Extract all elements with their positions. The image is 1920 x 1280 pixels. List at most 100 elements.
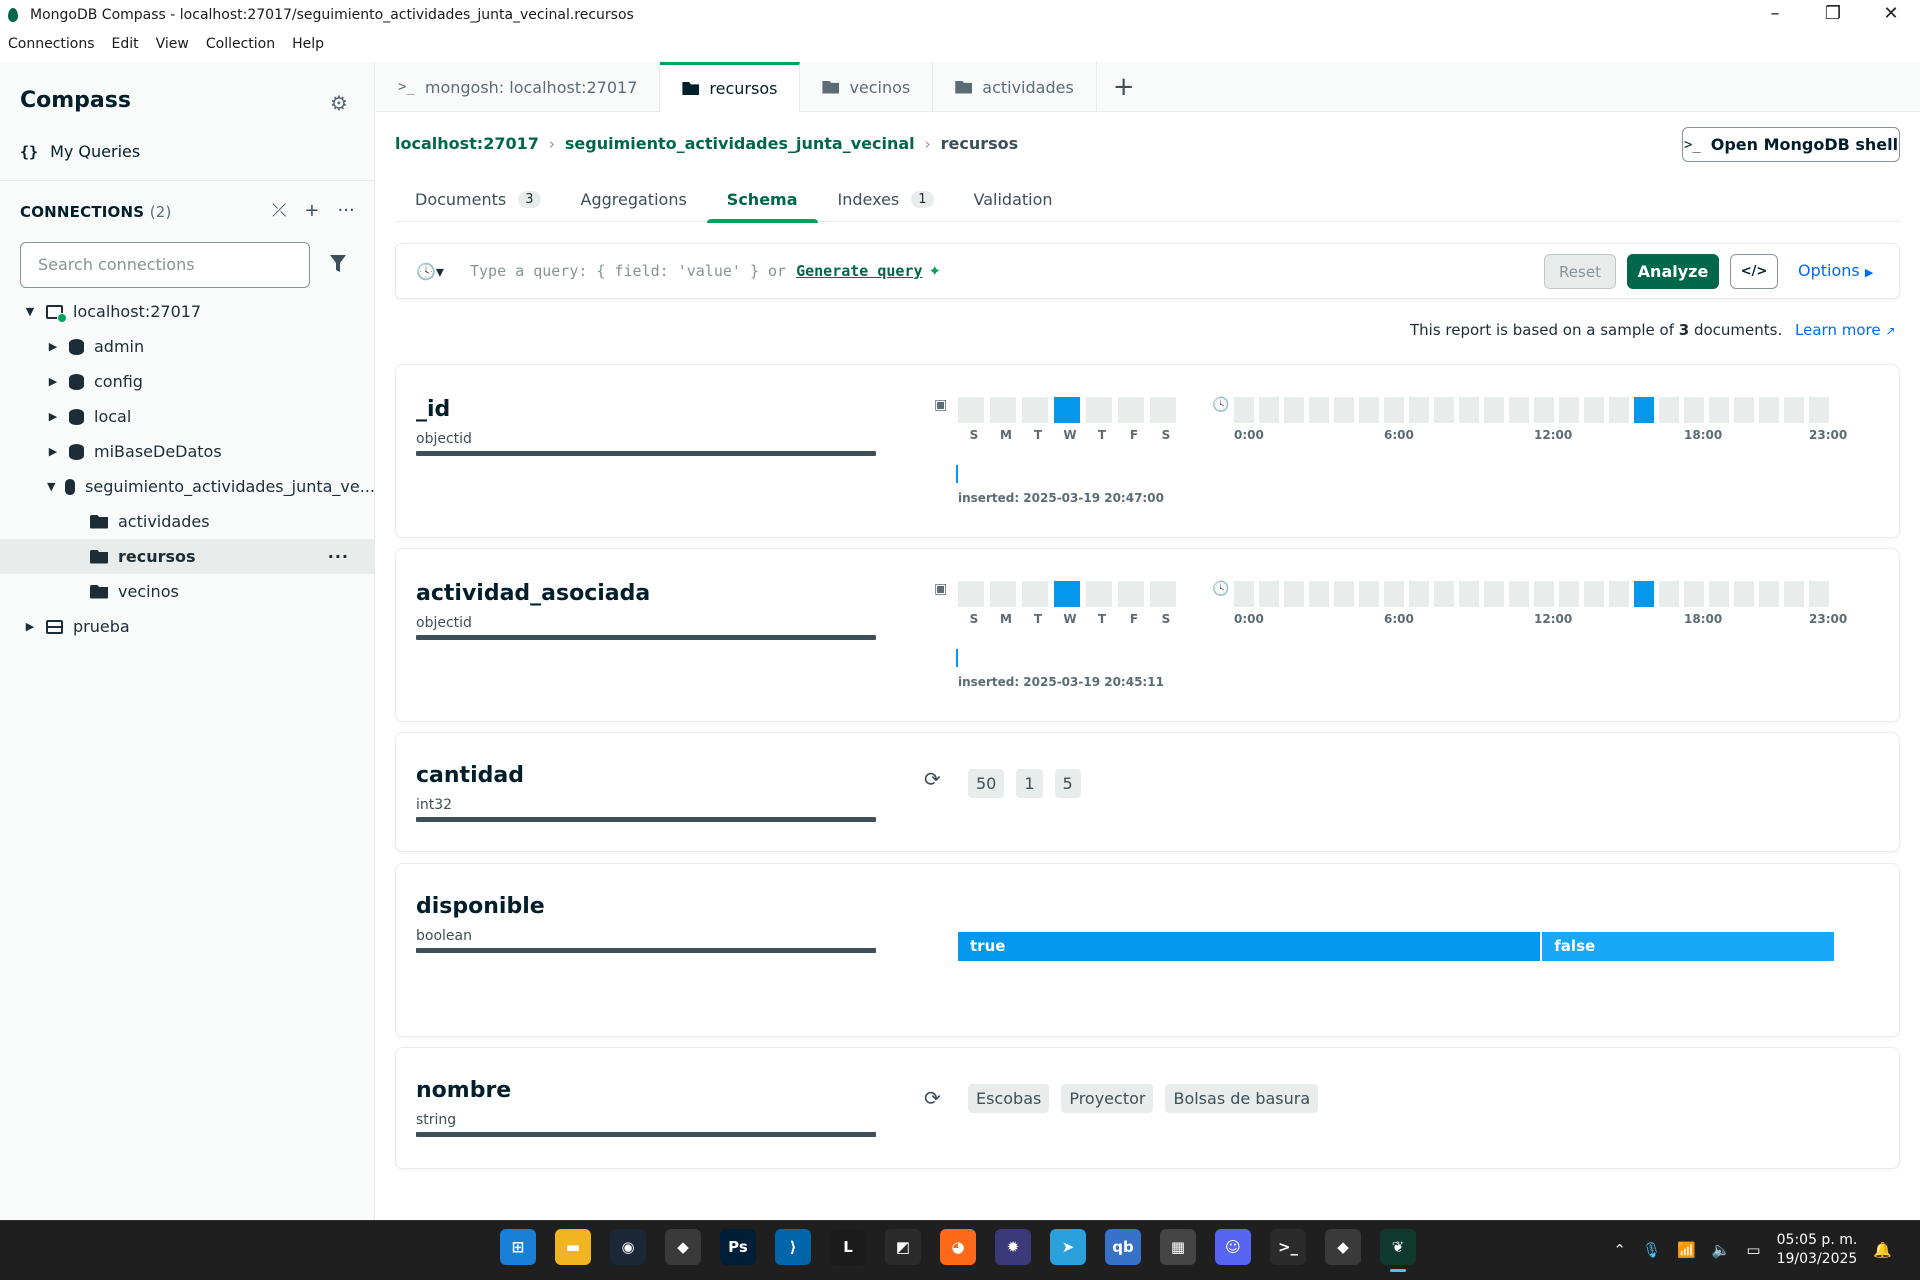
refresh-sample-icon[interactable]: ⟳ — [924, 767, 941, 791]
microphone-icon[interactable]: 🎙 — [1642, 1241, 1661, 1259]
tree-item-actividades[interactable]: actividades — [0, 504, 375, 539]
bool-segment-false[interactable]: false — [1542, 932, 1834, 961]
hour-bar[interactable] — [1809, 397, 1829, 423]
hour-bar[interactable] — [1459, 397, 1479, 423]
hour-bar[interactable] — [1584, 397, 1604, 423]
my-queries-link[interactable]: {} My Queries — [20, 142, 140, 161]
open-shell-button[interactable]: >_ Open MongoDB shell — [1682, 127, 1900, 162]
clock[interactable]: 05:05 p. m. 19/03/2025 — [1777, 1231, 1858, 1269]
hour-bar[interactable] — [1384, 397, 1404, 423]
reset-button[interactable]: Reset — [1544, 254, 1616, 289]
hour-bar[interactable] — [1609, 581, 1629, 607]
tree-item-local[interactable]: ▶ local — [0, 399, 375, 434]
refresh-sample-icon[interactable]: ⟳ — [924, 1086, 941, 1110]
query-input[interactable]: Type a query: { field: 'value' } or — [470, 262, 786, 280]
hour-bar[interactable] — [1559, 397, 1579, 423]
hour-bar[interactable] — [1434, 397, 1454, 423]
caret-down-icon[interactable]: ▼ — [24, 305, 36, 318]
hour-bar[interactable] — [1634, 581, 1654, 607]
breadcrumb-host[interactable]: localhost:27017 — [395, 134, 539, 153]
tab-schema[interactable]: Schema — [706, 176, 818, 223]
weekday-bar[interactable] — [1150, 581, 1176, 607]
menu-connections[interactable]: Connections — [8, 36, 95, 52]
mongodb-compass-icon[interactable]: ❦ — [1380, 1229, 1416, 1272]
hour-bar[interactable] — [1784, 397, 1804, 423]
hour-bar[interactable] — [1334, 397, 1354, 423]
hour-bar[interactable] — [1384, 581, 1404, 607]
tree-item-mibasededatos[interactable]: ▶ miBaseDeDatos — [0, 434, 375, 469]
hour-bar[interactable] — [1459, 581, 1479, 607]
hour-bar[interactable] — [1259, 397, 1279, 423]
hour-bar[interactable] — [1434, 581, 1454, 607]
weekday-bar[interactable] — [958, 397, 984, 423]
file-explorer-icon[interactable]: ▬ — [555, 1229, 591, 1265]
wifi-icon[interactable]: 📶 — [1677, 1241, 1696, 1259]
weekday-bar[interactable] — [1054, 581, 1080, 607]
hour-bar[interactable] — [1534, 581, 1554, 607]
caret-right-icon[interactable]: ▶ — [47, 375, 59, 388]
tree-item-admin[interactable]: ▶ admin — [0, 329, 375, 364]
game-icon[interactable]: ▦ — [1160, 1229, 1196, 1265]
caret-right-icon[interactable]: ▶ — [47, 340, 59, 353]
hour-bar[interactable] — [1309, 581, 1329, 607]
weekday-bar[interactable] — [1022, 581, 1048, 607]
hour-bar[interactable] — [1534, 397, 1554, 423]
hour-bar[interactable] — [1234, 581, 1254, 607]
tab-indexes[interactable]: Indexes 1 — [818, 176, 954, 222]
weekday-bar[interactable] — [1054, 397, 1080, 423]
more-options-icon[interactable]: ··· — [338, 200, 355, 221]
hour-bar[interactable] — [1284, 581, 1304, 607]
hour-bar[interactable] — [1334, 581, 1354, 607]
hour-bar[interactable] — [1584, 581, 1604, 607]
hour-bar[interactable] — [1484, 581, 1504, 607]
battery-icon[interactable]: ▭ — [1746, 1241, 1760, 1259]
hour-bar[interactable] — [1509, 581, 1529, 607]
steam-icon[interactable]: ◉ — [610, 1229, 646, 1265]
notification-bell-icon[interactable]: 🔔 — [1873, 1241, 1892, 1259]
bool-segment-true[interactable]: true — [958, 932, 1541, 961]
search-connections-input[interactable]: Search connections — [20, 242, 310, 288]
tree-item-prueba[interactable]: ▶ prueba — [0, 609, 375, 644]
options-button[interactable]: Options ▶ — [1798, 261, 1873, 280]
hour-bar[interactable] — [1409, 581, 1429, 607]
menu-edit[interactable]: Edit — [112, 36, 139, 52]
weekday-bar[interactable] — [1118, 397, 1144, 423]
tree-item-config[interactable]: ▶ config — [0, 364, 375, 399]
menu-view[interactable]: View — [156, 36, 189, 52]
query-history-clock-icon[interactable]: 🕓▾ — [416, 262, 456, 281]
chevron-up-icon[interactable]: ⌃ — [1613, 1241, 1626, 1259]
hour-bar[interactable] — [1359, 581, 1379, 607]
learn-more-link[interactable]: Learn more ↗ — [1795, 321, 1895, 339]
weekday-bar[interactable] — [990, 397, 1016, 423]
hour-bar[interactable] — [1784, 581, 1804, 607]
new-tab-plus-icon[interactable]: + — [1097, 62, 1151, 112]
generate-query-link[interactable]: Generate query — [796, 262, 922, 280]
weekday-bar[interactable] — [1086, 581, 1112, 607]
hour-bar[interactable] — [1684, 581, 1704, 607]
hour-bar[interactable] — [1284, 397, 1304, 423]
breadcrumb-database[interactable]: seguimiento_actividades_junta_vecinal — [565, 134, 915, 153]
tab-recursos[interactable]: recursos — [660, 62, 801, 112]
hour-bar[interactable] — [1759, 581, 1779, 607]
photoshop-icon[interactable]: Ps — [720, 1229, 756, 1265]
hour-bar[interactable] — [1484, 397, 1504, 423]
analyze-button[interactable]: Analyze — [1627, 254, 1719, 289]
code-icon[interactable]: </> — [1730, 254, 1778, 289]
hour-bar[interactable] — [1559, 581, 1579, 607]
hour-bar[interactable] — [1659, 397, 1679, 423]
hour-bar[interactable] — [1309, 397, 1329, 423]
tab-vecinos[interactable]: vecinos — [800, 62, 934, 112]
weekday-bar[interactable] — [1150, 397, 1176, 423]
menu-collection[interactable]: Collection — [206, 36, 275, 52]
git-icon[interactable]: ◆ — [1325, 1229, 1361, 1265]
hour-bar[interactable] — [1609, 397, 1629, 423]
weekday-bar[interactable] — [1086, 397, 1112, 423]
volume-icon[interactable]: 🔈 — [1712, 1241, 1731, 1259]
tree-item-vecinos[interactable]: vecinos — [0, 574, 375, 609]
firefox-icon[interactable]: ◕ — [940, 1229, 976, 1265]
tab-mongosh[interactable]: >_ mongosh: localhost:27017 — [376, 62, 661, 112]
hour-bar[interactable] — [1634, 397, 1654, 423]
git-kraken-icon[interactable]: ◆ — [665, 1229, 701, 1265]
hour-bar[interactable] — [1684, 397, 1704, 423]
hour-bar[interactable] — [1234, 397, 1254, 423]
